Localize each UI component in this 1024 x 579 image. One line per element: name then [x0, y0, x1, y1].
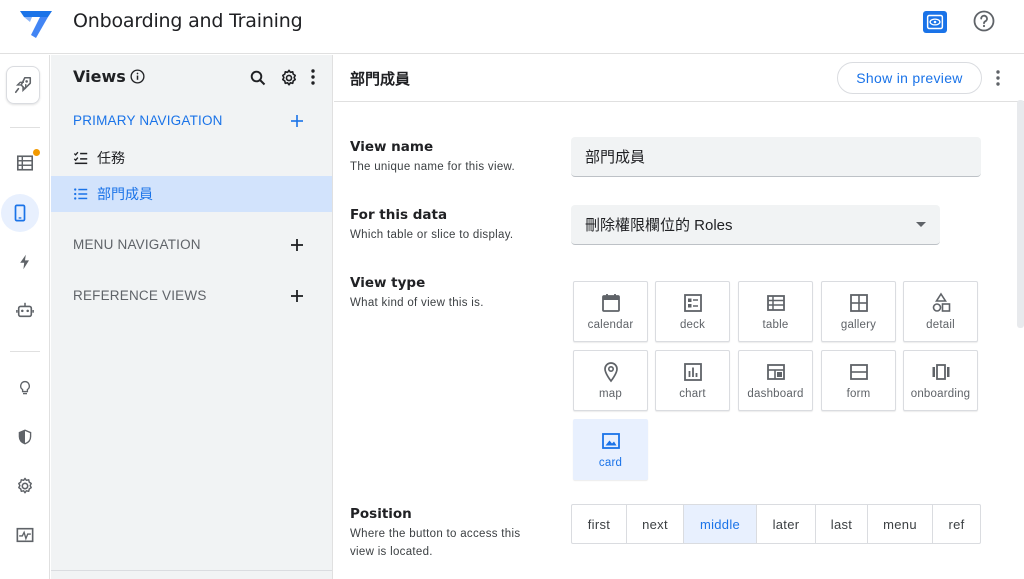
- view-name-label: View name: [350, 139, 434, 155]
- app-title: Onboarding and Training: [73, 10, 303, 32]
- map-pin-icon: [603, 362, 618, 383]
- position-later[interactable]: later: [757, 505, 816, 543]
- app-view-icon[interactable]: [1, 194, 39, 232]
- view-name-input[interactable]: 部門成員: [571, 137, 981, 177]
- view-type-label: View type: [350, 275, 426, 291]
- position-next[interactable]: next: [627, 505, 684, 543]
- for-this-data-help: Which table or slice to display.: [350, 229, 514, 241]
- primary-navigation-heading: PRIMARY NAVIGATION: [73, 113, 223, 128]
- view-type-label-text: card: [598, 457, 623, 469]
- views-header: Views: [73, 67, 145, 86]
- view-type-chart[interactable]: chart: [655, 350, 730, 411]
- data-source-select[interactable]: 刪除權限欄位的 Roles: [571, 205, 940, 245]
- deck-icon: [683, 294, 702, 312]
- view-type-label-text: table: [762, 319, 789, 331]
- data-source-value: 刪除權限欄位的 Roles: [585, 217, 733, 234]
- lightbulb-icon[interactable]: [7, 370, 43, 406]
- more-vert-icon[interactable]: [996, 70, 1000, 86]
- preview-eye-icon[interactable]: [923, 11, 947, 33]
- view-type-label-text: form: [846, 388, 871, 400]
- bot-icon[interactable]: [7, 292, 43, 328]
- position-menu[interactable]: menu: [868, 505, 933, 543]
- editor-header: 部門成員 Show in preview: [334, 55, 1024, 102]
- appsheet-logo-icon[interactable]: [18, 7, 54, 39]
- position-help: Where the button to access this view is …: [350, 528, 521, 558]
- settings-gear-icon[interactable]: [7, 468, 43, 504]
- list-icon: [73, 185, 91, 203]
- panel-divider: [51, 570, 332, 571]
- automation-icon[interactable]: [7, 244, 43, 280]
- view-type-label-text: gallery: [840, 319, 877, 331]
- security-shield-icon[interactable]: [7, 419, 43, 455]
- view-type-label-text: dashboard: [747, 388, 804, 400]
- nav-item-label: 任務: [97, 150, 125, 166]
- nav-item-department-members[interactable]: 部門成員: [51, 176, 332, 212]
- settings-gear-icon[interactable]: [280, 69, 298, 87]
- reference-views-heading: REFERENCE VIEWS: [73, 288, 207, 303]
- chart-icon: [683, 363, 702, 381]
- view-name-help: The unique name for this view.: [350, 161, 515, 173]
- view-type-calendar[interactable]: calendar: [573, 281, 648, 342]
- scrollbar[interactable]: [1017, 100, 1024, 328]
- view-type-form[interactable]: form: [821, 350, 896, 411]
- view-type-table[interactable]: table: [738, 281, 813, 342]
- nav-item-tasks[interactable]: 任務: [51, 140, 332, 176]
- position-label: Position: [350, 506, 412, 522]
- view-type-label-text: calendar: [587, 319, 634, 331]
- position-segmented-control: first next middle later last menu ref: [571, 504, 981, 544]
- detail-shapes-icon: [932, 292, 950, 312]
- rail-divider: [10, 351, 40, 352]
- rail-divider: [10, 127, 40, 128]
- add-primary-view-icon[interactable]: [290, 114, 304, 128]
- more-vert-icon[interactable]: [311, 69, 315, 85]
- launch-icon[interactable]: [6, 66, 40, 104]
- left-rail: [0, 55, 50, 579]
- views-title: Views: [73, 67, 126, 86]
- view-type-dashboard[interactable]: dashboard: [738, 350, 813, 411]
- position-ref[interactable]: ref: [933, 505, 980, 543]
- table-icon: [766, 295, 785, 311]
- view-type-detail[interactable]: detail: [903, 281, 978, 342]
- for-this-data-label: For this data: [350, 207, 448, 223]
- view-type-label-text: deck: [679, 319, 706, 331]
- view-editor: 部門成員 Show in preview View name The uniqu…: [334, 55, 1024, 579]
- menu-navigation-heading: MENU NAVIGATION: [73, 237, 201, 252]
- position-middle[interactable]: middle: [684, 505, 757, 543]
- search-icon[interactable]: [249, 69, 267, 87]
- onboarding-icon: [932, 364, 949, 380]
- view-type-help: What kind of view this is.: [350, 297, 484, 309]
- top-bar: Onboarding and Training: [0, 0, 1024, 54]
- view-type-map[interactable]: map: [573, 350, 648, 411]
- view-type-label-text: map: [599, 388, 622, 400]
- help-icon[interactable]: [973, 10, 995, 32]
- view-type-label-text: chart: [679, 388, 706, 400]
- checklist-icon: [73, 149, 91, 167]
- dashboard-icon: [766, 364, 785, 380]
- add-reference-view-icon[interactable]: [290, 289, 304, 303]
- view-type-card[interactable]: card: [573, 419, 648, 480]
- views-panel: Views PRIMARY NAVIGATION 任務 部門成員 MENU NA…: [51, 55, 333, 579]
- monitor-icon[interactable]: [7, 517, 43, 553]
- position-first[interactable]: first: [572, 505, 627, 543]
- add-menu-view-icon[interactable]: [290, 238, 304, 252]
- page-title: 部門成員: [350, 70, 411, 88]
- calendar-icon: [601, 294, 620, 312]
- view-type-label-text: detail: [926, 319, 955, 331]
- view-type-label-text: onboarding: [910, 388, 971, 400]
- view-type-deck[interactable]: deck: [655, 281, 730, 342]
- card-image-icon: [601, 433, 620, 449]
- position-last[interactable]: last: [816, 505, 868, 543]
- dropdown-caret-icon: [916, 222, 926, 227]
- gallery-icon: [849, 294, 868, 312]
- view-type-onboarding[interactable]: onboarding: [903, 350, 978, 411]
- form-icon: [849, 364, 868, 380]
- notification-badge: [33, 149, 40, 156]
- info-icon[interactable]: [130, 69, 145, 84]
- nav-item-label: 部門成員: [97, 186, 153, 202]
- show-in-preview-button[interactable]: Show in preview: [837, 62, 982, 94]
- view-type-gallery[interactable]: gallery: [821, 281, 896, 342]
